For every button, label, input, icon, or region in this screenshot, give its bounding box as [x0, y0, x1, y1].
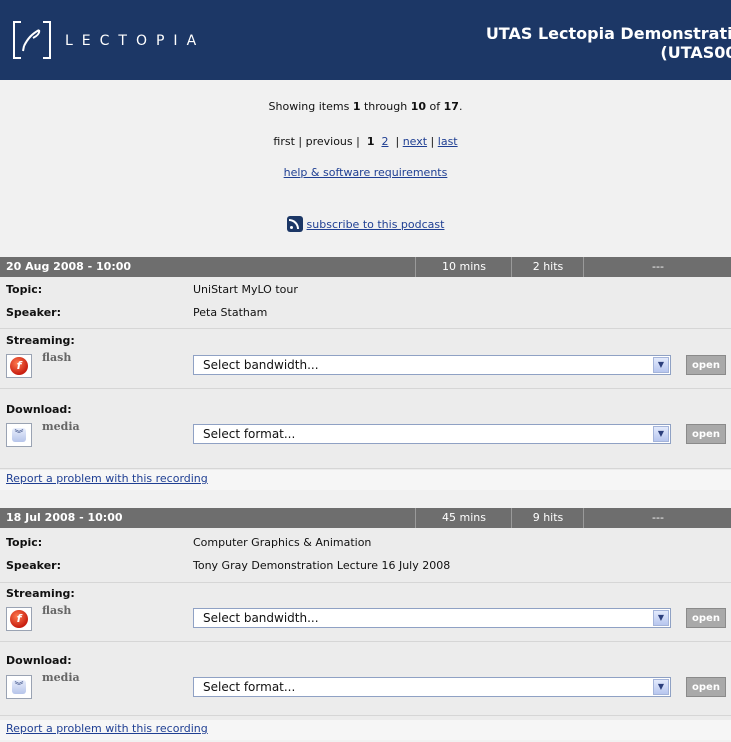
site-header: LECTOPIA UTAS Lectopia Demonstration (UT… [0, 0, 731, 80]
speaker-label: Speaker: [6, 559, 61, 572]
download-label: Download: [6, 654, 72, 667]
format-select-value: Select format... [203, 427, 296, 441]
divider [0, 641, 731, 642]
flash-icon: f [10, 357, 28, 375]
topic-label: Topic: [6, 536, 43, 549]
bandwidth-select[interactable]: Select bandwidth... ▼ [193, 608, 671, 628]
bandwidth-select-value: Select bandwidth... [203, 358, 319, 372]
recording-body: Topic: UniStart MyLO tour Speaker: Peta … [0, 277, 731, 487]
subscribe-link[interactable]: subscribe to this podcast [307, 218, 445, 231]
streaming-label: Streaming: [6, 587, 75, 600]
download-open-button[interactable]: open [686, 424, 726, 444]
topic-value: UniStart MyLO tour [193, 283, 298, 296]
report-bar: Report a problem with this recording [0, 470, 731, 490]
recording-hits: 9 hits [511, 508, 584, 528]
speaker-label: Speaker: [6, 306, 61, 319]
divider [0, 468, 731, 469]
recording-duration: 10 mins [415, 257, 512, 277]
flash-icon-box[interactable]: f [6, 607, 32, 631]
recording-extra: --- [583, 257, 731, 277]
divider [0, 328, 731, 329]
download-icon: ︾ [12, 428, 26, 442]
divider [0, 715, 731, 716]
sep: | [352, 135, 367, 148]
recording-header: 20 Aug 2008 - 10:00 10 mins 2 hits --- [0, 257, 731, 277]
flash-icon: f [10, 610, 28, 628]
recording-extra: --- [583, 508, 731, 528]
format-select[interactable]: Select format... ▼ [193, 424, 671, 444]
rss-icon[interactable] [286, 216, 303, 232]
download-label: Download: [6, 403, 72, 416]
report-bar: Report a problem with this recording [0, 720, 731, 740]
site-title-line1: UTAS Lectopia Demonstration [485, 24, 731, 43]
pager-area: Showing items 1 through 10 of 17. first … [0, 80, 731, 240]
previous-link: previous [305, 135, 353, 148]
stream-type: flash [42, 604, 72, 617]
stream-open-button[interactable]: open [686, 608, 726, 628]
download-icon-box[interactable]: ︾ [6, 423, 32, 447]
download-type: media [42, 671, 80, 684]
next-link[interactable]: next [403, 135, 427, 148]
site-title: UTAS Lectopia Demonstration (UTAS000) [425, 24, 731, 62]
download-icon: ︾ [12, 680, 26, 694]
report-problem-link[interactable]: Report a problem with this recording [6, 720, 208, 738]
through-text: through [360, 100, 411, 113]
to-number: 10 [410, 100, 427, 113]
help-link[interactable]: help & software requirements [284, 166, 448, 179]
divider [0, 388, 731, 389]
first-link: first [273, 135, 295, 148]
speaker-value: Tony Gray Demonstration Lecture 16 July … [193, 559, 451, 572]
recording-2: 18 Jul 2008 - 10:00 45 mins 9 hits --- T… [0, 508, 731, 740]
stream-type: flash [42, 351, 72, 364]
report-problem-link[interactable]: Report a problem with this recording [6, 470, 208, 488]
sep: | [388, 135, 403, 148]
items-count: Showing items 1 through 10 of 17. [0, 100, 731, 113]
topic-value: Computer Graphics & Animation [193, 536, 372, 549]
total-number: 17 [443, 100, 459, 113]
recording-1: 20 Aug 2008 - 10:00 10 mins 2 hits --- T… [0, 257, 731, 490]
chevron-down-icon[interactable]: ▼ [653, 357, 669, 373]
current-page: 1 [366, 135, 375, 148]
topic-label: Topic: [6, 283, 43, 296]
help-line: help & software requirements [0, 166, 731, 179]
streaming-label: Streaming: [6, 334, 75, 347]
last-link[interactable]: last [438, 135, 458, 148]
stream-open-button[interactable]: open [686, 355, 726, 375]
chevron-down-icon[interactable]: ▼ [653, 426, 669, 442]
recording-hits: 2 hits [511, 257, 584, 277]
format-select-value: Select format... [203, 680, 296, 694]
divider [0, 582, 731, 583]
download-icon-box[interactable]: ︾ [6, 675, 32, 699]
chevron-down-icon[interactable]: ▼ [653, 679, 669, 695]
format-select[interactable]: Select format... ▼ [193, 677, 671, 697]
of-text: of [426, 100, 444, 113]
recording-header: 18 Jul 2008 - 10:00 45 mins 9 hits --- [0, 508, 731, 528]
recording-date: 18 Jul 2008 - 10:00 [6, 511, 123, 524]
flash-icon-box[interactable]: f [6, 354, 32, 378]
chevron-down-icon[interactable]: ▼ [653, 610, 669, 626]
showing-prefix: Showing items [268, 100, 353, 113]
site-title-line2: (UTAS000) [660, 43, 731, 62]
recording-date: 20 Aug 2008 - 10:00 [6, 260, 132, 273]
download-open-button[interactable]: open [686, 677, 726, 697]
recording-body: Topic: Computer Graphics & Animation Spe… [0, 528, 731, 720]
download-type: media [42, 420, 80, 433]
lectopia-logo-icon [13, 21, 51, 59]
sep: | [427, 135, 438, 148]
bandwidth-select-value: Select bandwidth... [203, 611, 319, 625]
speaker-value: Peta Statham [193, 306, 268, 319]
bandwidth-select[interactable]: Select bandwidth... ▼ [193, 355, 671, 375]
end-period: . [458, 100, 463, 113]
subscribe-line: subscribe to this podcast [0, 216, 731, 232]
recording-duration: 45 mins [415, 508, 512, 528]
logo-text: LECTOPIA [65, 33, 206, 49]
sep: | [294, 135, 306, 148]
pagination: first | previous | 1 2 | next | last [0, 135, 731, 148]
